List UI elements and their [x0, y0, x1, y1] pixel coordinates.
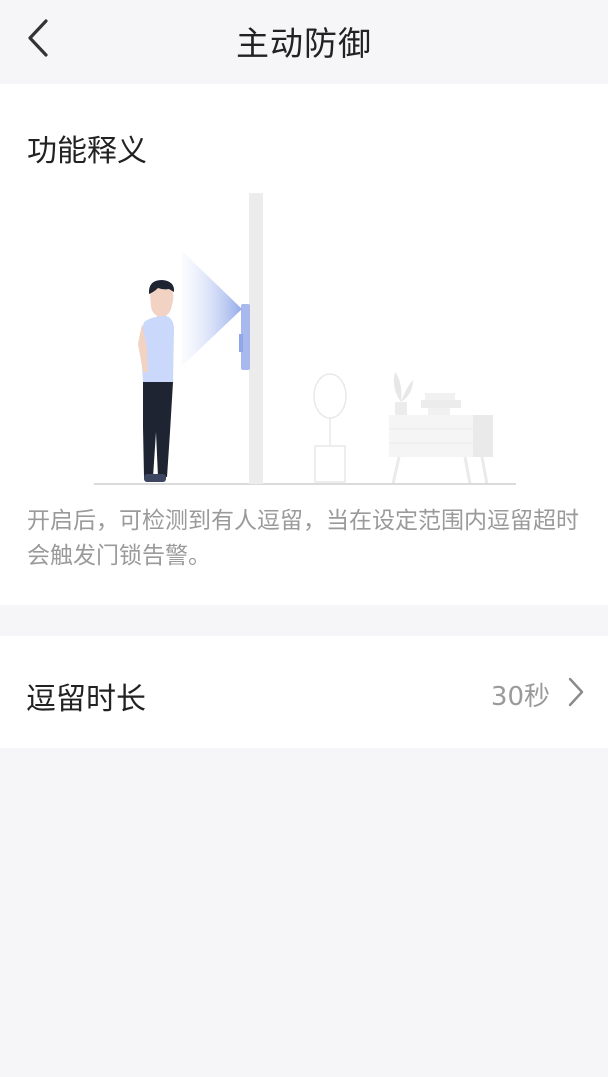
background-furniture — [313, 372, 493, 485]
page-title: 主动防御 — [236, 24, 372, 63]
loitering-detection-illustration — [94, 193, 516, 485]
stay-duration-label: 逗留时长 — [26, 682, 146, 717]
stay-duration-value: 30秒 — [490, 682, 550, 712]
nav-bar: 主动防御 — [0, 0, 608, 84]
feature-description: 开启后，可检测到有人逗留，当在设定范围内逗留超时会触发门锁告警。 — [27, 508, 579, 569]
person-figure — [138, 280, 175, 482]
stay-duration-row[interactable]: 逗留时长 30秒 — [0, 636, 608, 748]
explanation-card: 功能释义 开启后，可检测到有人逗留，当在设定范围内逗留超时会触发门锁告警。 — [0, 84, 608, 605]
section-title: 功能释义 — [27, 134, 147, 169]
chevron-right-icon — [568, 677, 584, 707]
